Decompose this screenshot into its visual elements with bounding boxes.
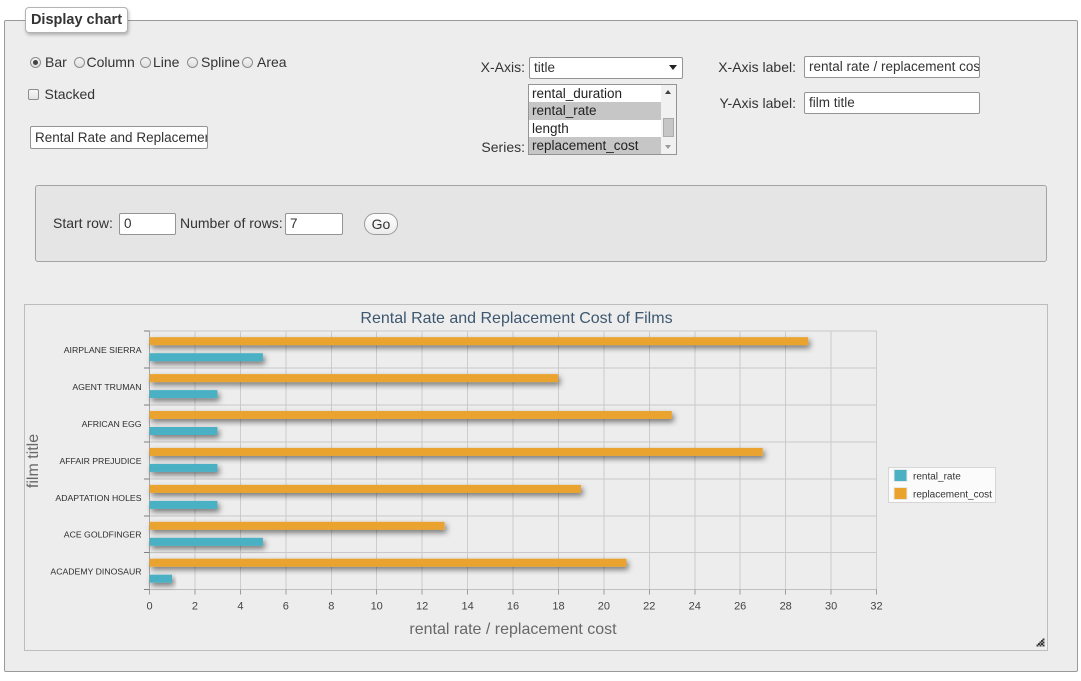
svg-text:AIRPLANE SIERRA: AIRPLANE SIERRA: [64, 345, 142, 355]
svg-text:replacement_cost: replacement_cost: [913, 490, 992, 501]
svg-text:ADAPTATION HOLES: ADAPTATION HOLES: [55, 493, 141, 503]
svg-text:6: 6: [283, 601, 289, 613]
svg-text:14: 14: [461, 601, 473, 613]
svg-text:8: 8: [328, 601, 334, 613]
svg-text:AFFAIR PREJUDICE: AFFAIR PREJUDICE: [59, 456, 141, 466]
svg-text:16: 16: [507, 601, 519, 613]
svg-text:20: 20: [598, 601, 610, 613]
svg-text:rental rate / replacement cost: rental rate / replacement cost: [409, 621, 617, 638]
svg-text:rental_rate: rental_rate: [913, 472, 961, 483]
svg-text:24: 24: [689, 601, 701, 613]
svg-text:26: 26: [734, 601, 746, 613]
svg-text:18: 18: [552, 601, 564, 613]
svg-text:ACE GOLDFINGER: ACE GOLDFINGER: [64, 530, 142, 540]
svg-text:28: 28: [780, 601, 792, 613]
svg-text:AGENT TRUMAN: AGENT TRUMAN: [72, 382, 141, 392]
svg-text:film title: film title: [25, 434, 42, 488]
svg-text:Rental Rate and Replacement Co: Rental Rate and Replacement Cost of Film…: [360, 310, 672, 327]
svg-text:32: 32: [870, 601, 882, 613]
svg-text:12: 12: [416, 601, 428, 613]
svg-text:ACADEMY DINOSAUR: ACADEMY DINOSAUR: [50, 567, 141, 577]
svg-text:10: 10: [371, 601, 383, 613]
svg-text:2: 2: [192, 601, 198, 613]
svg-text:AFRICAN EGG: AFRICAN EGG: [82, 419, 142, 429]
svg-text:30: 30: [825, 601, 837, 613]
svg-text:0: 0: [146, 601, 152, 613]
svg-text:22: 22: [643, 601, 655, 613]
svg-text:4: 4: [237, 601, 243, 613]
